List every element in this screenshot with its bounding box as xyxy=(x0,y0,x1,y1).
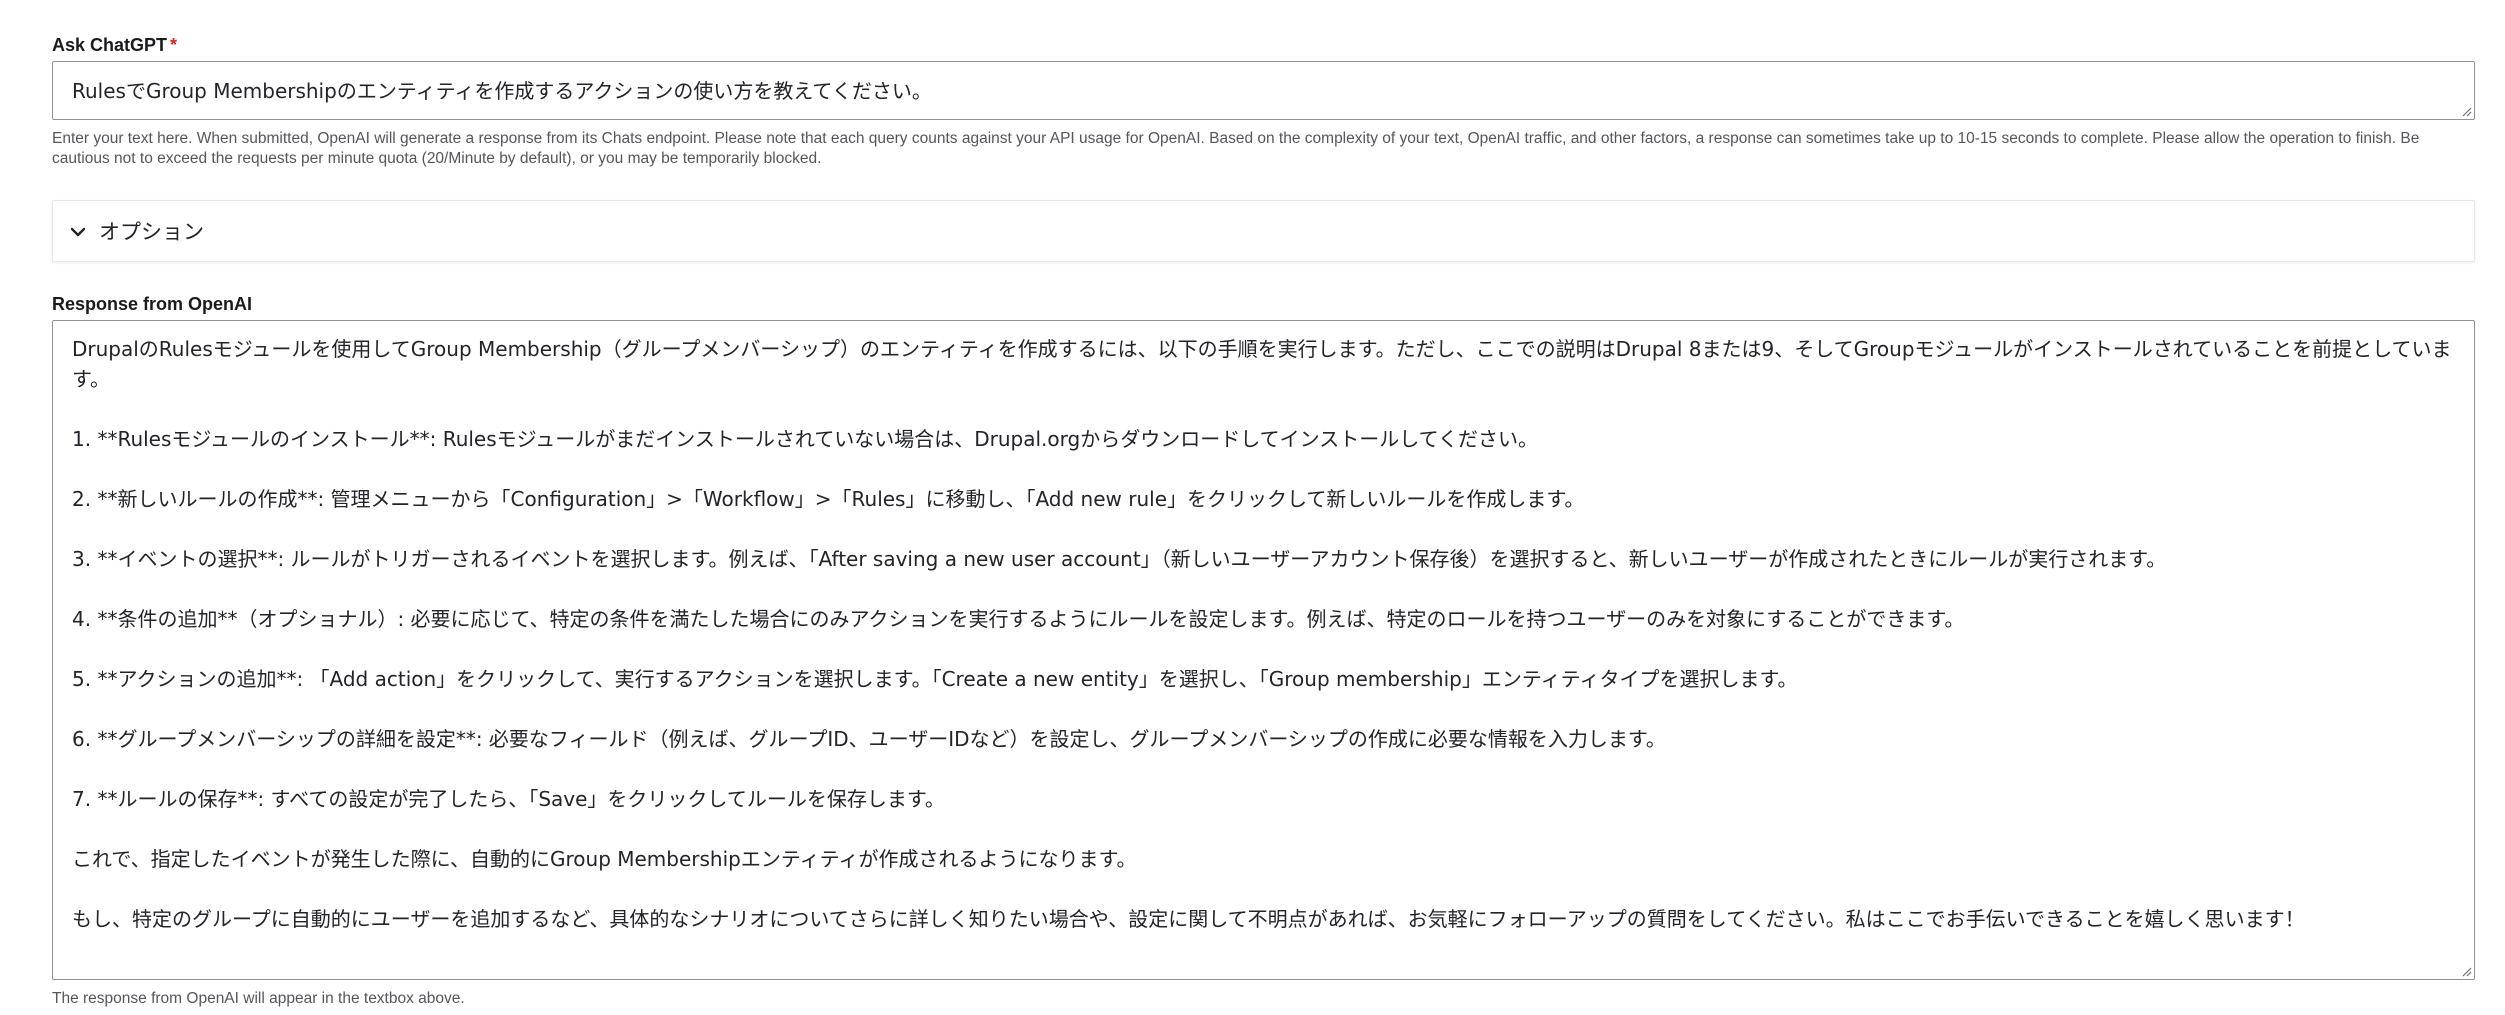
options-toggle[interactable]: オプション xyxy=(69,219,204,245)
response-paragraph: 3. **イベントの選択**: ルールがトリガーされるイベントを選択します。例え… xyxy=(72,547,2167,571)
response-paragraph: 2. **新しいルールの作成**: 管理メニューから「Configuration… xyxy=(72,487,1585,511)
response-blank-line xyxy=(72,814,2455,844)
ask-chatgpt-label-text: Ask ChatGPT xyxy=(52,35,168,55)
response-blank-line xyxy=(72,754,2455,784)
response-paragraph: 6. **グループメンバーシップの詳細を設定**: 必要なフィールド（例えば、グ… xyxy=(72,727,1666,751)
response-help-text: The response from OpenAI will appear in … xyxy=(52,990,465,1007)
response-blank-line xyxy=(72,454,2455,484)
response-paragraph: DrupalのRulesモジュールを使用してGroup Membership（グ… xyxy=(72,337,2452,391)
ask-chatgpt-help-text: Enter your text here. When submitted, Op… xyxy=(52,130,2420,167)
response-blank-line xyxy=(72,634,2455,664)
response-paragraph: 1. **Rulesモジュールのインストール**: Rulesモジュールがまだイ… xyxy=(72,427,1539,451)
chevron-down-icon xyxy=(70,227,86,237)
response-blank-line xyxy=(72,514,2455,544)
response-blank-line xyxy=(72,694,2455,724)
ask-chatgpt-input-value: RulesでGroup Membershipのエンティティを作成するアクションの… xyxy=(72,79,932,103)
response-blank-line xyxy=(72,574,2455,604)
options-label: オプション xyxy=(99,220,204,244)
response-textarea[interactable]: DrupalのRulesモジュールを使用してGroup Membership（グ… xyxy=(52,320,2475,980)
response-content: DrupalのRulesモジュールを使用してGroup Membership（グ… xyxy=(72,334,2455,934)
response-blank-line xyxy=(72,394,2455,424)
response-paragraph: これで、指定したイベントが発生した際に、自動的にGroup Membership… xyxy=(72,847,1137,871)
response-blank-line xyxy=(72,874,2455,904)
response-paragraph: もし、特定のグループに自動的にユーザーを追加するなど、具体的なシナリオについてさ… xyxy=(72,907,2305,931)
resize-grip-icon[interactable] xyxy=(2460,965,2472,977)
options-details: オプション xyxy=(52,200,2475,262)
response-paragraph: 5. **アクションの追加**: 「Add action」をクリックして、実行す… xyxy=(72,667,1798,691)
resize-grip-icon[interactable] xyxy=(2460,105,2472,117)
response-paragraph: 4. **条件の追加**（オプショナル）: 必要に応じて、特定の条件を満たした場… xyxy=(72,607,1965,631)
required-marker: * xyxy=(170,35,178,55)
ask-chatgpt-label: Ask ChatGPT * xyxy=(52,34,177,56)
response-paragraph: 7. **ルールの保存**: すべての設定が完了したら、「Save」をクリックし… xyxy=(72,787,945,811)
response-label: Response from OpenAI xyxy=(52,294,253,314)
ask-chatgpt-input[interactable]: RulesでGroup Membershipのエンティティを作成するアクションの… xyxy=(52,61,2475,120)
